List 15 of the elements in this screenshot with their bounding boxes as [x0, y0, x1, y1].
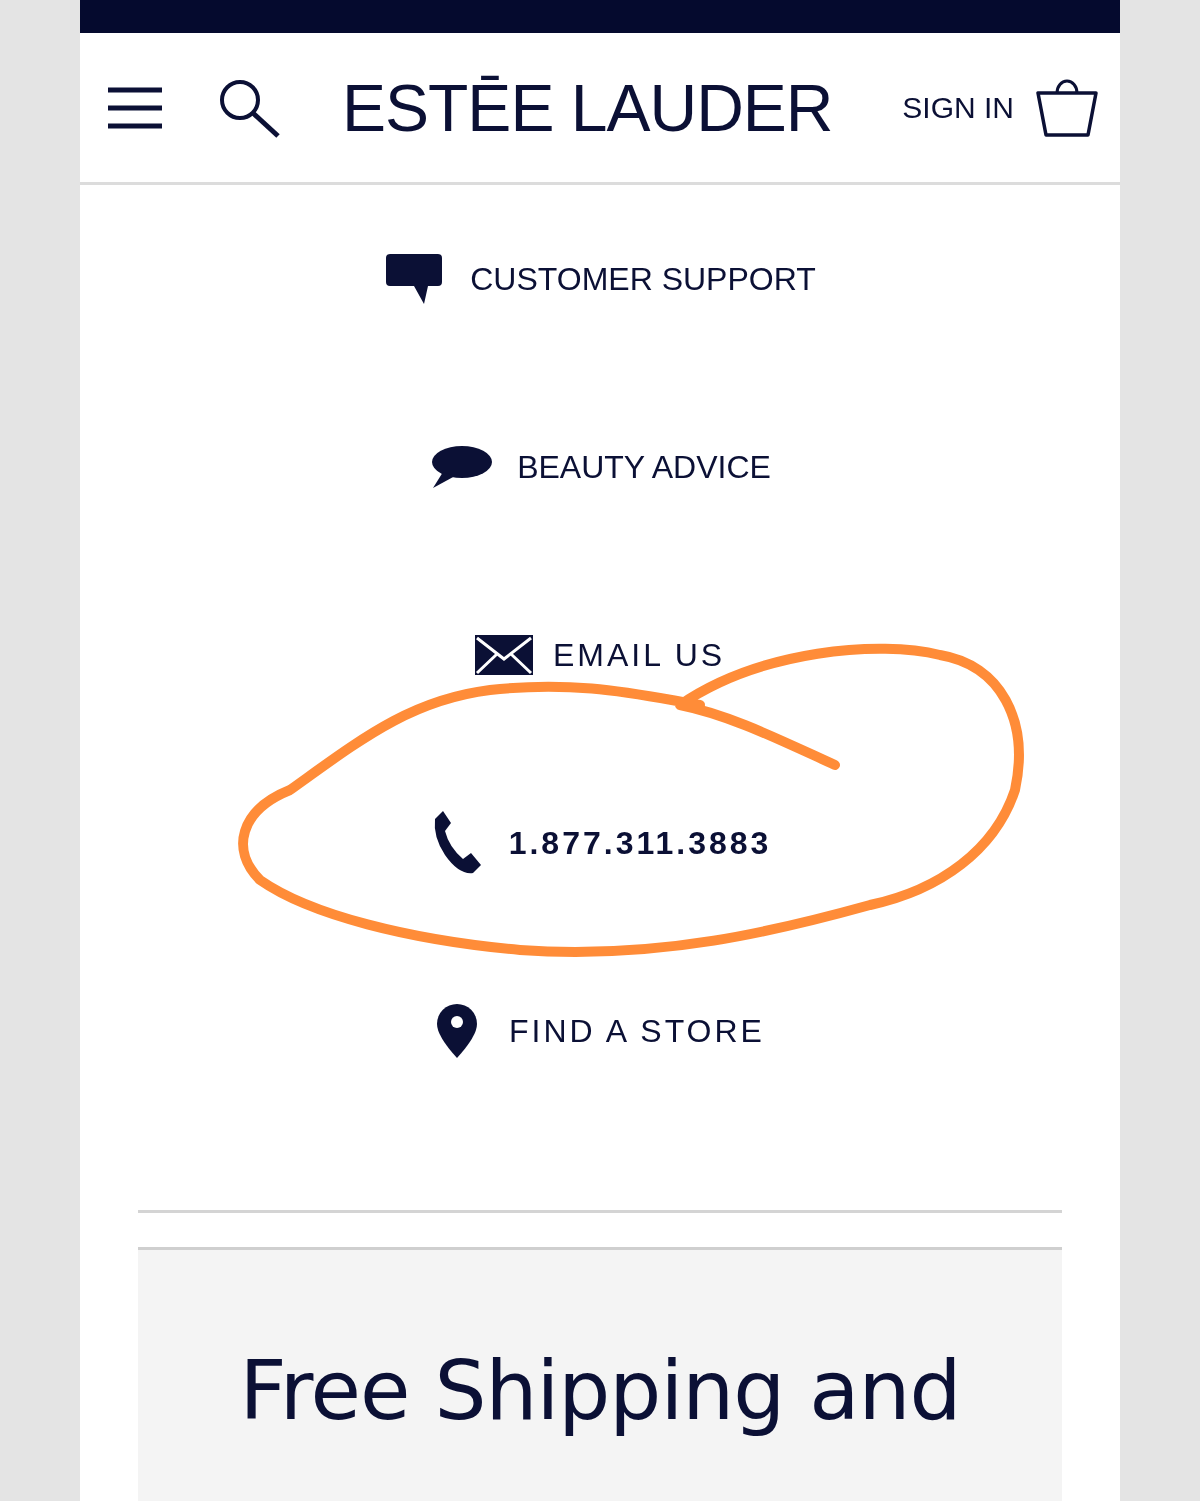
speech-bubble-icon	[429, 444, 494, 490]
search-button[interactable]	[218, 77, 280, 138]
store-link[interactable]: FIND A STORE	[509, 1012, 765, 1050]
phone-link[interactable]: 1.877.311.3883	[508, 824, 772, 862]
email-link[interactable]: EMAIL US	[552, 636, 726, 674]
support-link[interactable]: CUSTOMER SUPPORT	[470, 260, 816, 298]
envelope-icon	[474, 635, 533, 675]
menu-button[interactable]	[108, 85, 162, 130]
map-pin-icon	[435, 1002, 480, 1060]
search-icon	[218, 77, 280, 138]
sign-in-link[interactable]: SIGN IN	[902, 90, 1014, 125]
brand-logo[interactable]: ESTĒE LAUDER	[342, 69, 833, 146]
menu-icon	[108, 85, 162, 130]
chat-bubble-icon	[384, 252, 445, 306]
advice-link[interactable]: BEAUTY ADVICE	[517, 448, 771, 486]
